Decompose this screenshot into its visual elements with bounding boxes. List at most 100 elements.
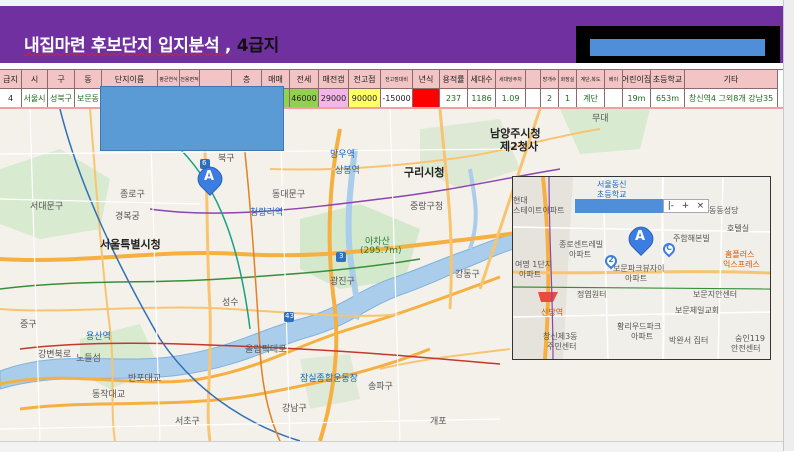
label-noryangjin: 노들섬 <box>76 354 101 364</box>
header-cell: 구 <box>48 70 75 89</box>
cell: 보문동 <box>75 89 102 108</box>
header-cell: 기타 <box>685 70 778 89</box>
title-main: 내집마련 후보단지 입지분석 , <box>24 36 232 56</box>
label-dongdaemun: 동대문구 <box>272 190 306 200</box>
marker-letter: A <box>203 169 215 184</box>
map-view[interactable]: 43 3 6 남양주시청 제2청사 구리시청 서울특별시청 서대문구 종로구 경… <box>0 109 783 441</box>
inset-label: 초등학교 <box>597 190 627 199</box>
label-seocho: 서초구 <box>175 417 200 427</box>
marker-letter: C <box>666 243 672 252</box>
inset-label: 스테이트아파트 <box>513 206 565 215</box>
header-cell: 세대수 <box>468 70 496 89</box>
inset-map[interactable]: |- + × 서울동신 초등학교 현대 스테이트아파트 종로센트레빌 아파트 보… <box>512 176 771 360</box>
cell <box>605 89 623 108</box>
header-cell: 동 <box>75 70 102 89</box>
label-gangnam: 강남구 <box>282 404 307 414</box>
cell: 서울시 <box>22 89 48 108</box>
inset-label: 아파트 <box>519 270 542 279</box>
marker-letter: A <box>634 229 646 244</box>
header-cell: 년식 <box>413 70 440 89</box>
label-gaepo: 개포 <box>430 417 447 427</box>
inset-secondary-marker[interactable]: C <box>660 240 678 259</box>
cell: 653m <box>651 89 685 108</box>
zoom-in-button[interactable]: + <box>682 201 690 211</box>
label-cheongnyangni: 청량리역 <box>250 208 284 218</box>
header-cell: 화장실 <box>559 70 577 89</box>
label-achasan-height: (295.7m) <box>360 246 402 256</box>
label-seodaemun: 서대문구 <box>30 202 64 212</box>
label-banpo: 반포대교 <box>128 374 162 384</box>
cell <box>413 89 440 108</box>
close-button[interactable]: × <box>697 201 705 211</box>
header-cell: 방개수 <box>541 70 559 89</box>
location-marker[interactable]: A <box>193 162 227 197</box>
label-guri: 구리시청 <box>404 166 445 179</box>
inset-controls: |- + × <box>663 199 709 213</box>
river-han <box>0 226 561 390</box>
inset-label: 보문지안센터 <box>693 290 738 299</box>
header-cell <box>526 70 541 89</box>
inset-label: 아파트 <box>625 274 648 283</box>
cell <box>526 89 541 108</box>
cell: 90000 <box>349 89 381 108</box>
cell: 46000 <box>290 89 319 108</box>
label-jungnang: 중랑구청 <box>410 202 444 212</box>
inset-label: 박완서 집터 <box>669 336 709 345</box>
label-olympic-road: 올림픽대로 <box>245 345 287 355</box>
header-cell: 매전갭 <box>319 70 349 89</box>
road-number: 3 <box>339 252 344 260</box>
zoom-out-button[interactable]: |- <box>668 201 674 211</box>
header-cell: 전세 <box>290 70 319 89</box>
inset-label: 보문제일교회 <box>675 306 720 315</box>
cell: 창신역4 그외8개 강남35 <box>685 89 778 108</box>
label-sangbong: 상봉역 <box>335 166 360 176</box>
inset-label: 안전센터 <box>731 344 761 353</box>
inset-label: 익스프레스 <box>723 260 760 269</box>
inset-label: 신당역 <box>541 308 564 317</box>
inset-location-marker[interactable]: A <box>624 222 658 257</box>
marker-letter: 2 <box>608 255 614 264</box>
label-jongno: 종로구 <box>120 190 145 200</box>
cell: 2 <box>541 89 559 108</box>
header-cell: 베이 <box>605 70 623 89</box>
label-seoul-cityhall: 서울특별시청 <box>100 238 161 251</box>
road-number: 43 <box>285 312 294 320</box>
cell: 4 <box>0 89 22 108</box>
inset-secondary-marker[interactable]: 2 <box>602 252 620 271</box>
cell: 계단 <box>577 89 605 108</box>
label-mangwu: 망우역 <box>330 150 355 160</box>
header-cell: 계단,복도 <box>577 70 605 89</box>
redaction-box <box>100 86 284 151</box>
cell: 성북구 <box>48 89 75 108</box>
cell: 1186 <box>468 89 496 108</box>
label-olympic-stadium: 잠실종합운동장 <box>300 374 358 384</box>
header-cell: 시 <box>22 70 48 89</box>
inset-label: 호텔실 <box>727 224 750 233</box>
label-yongsan: 용산역 <box>86 332 111 342</box>
inset-label: 동동성당 <box>709 206 739 215</box>
inset-label: 아파트 <box>631 332 654 341</box>
redaction-highlight <box>590 39 765 56</box>
inset-label: 정엽원터 <box>577 290 607 299</box>
header-cell: 급지 <box>0 70 22 89</box>
label-gangbyeon: 강변북로 <box>38 350 72 360</box>
label-seongsu: 성수 <box>222 298 239 308</box>
inset-label: 아파트 <box>569 250 592 259</box>
header-cell: 전고점 <box>349 70 381 89</box>
scrollbar-area[interactable] <box>783 0 794 451</box>
header-cell: 어린이집 <box>623 70 651 89</box>
inset-label: 주민센터 <box>547 342 577 351</box>
inset-redaction <box>575 199 665 213</box>
cell: 29000 <box>319 89 349 108</box>
cell: 237 <box>440 89 468 108</box>
header-cell: 전고점대비 <box>381 70 413 89</box>
label-mudae: 무대 <box>592 114 609 124</box>
banner-title: 내집마련 후보단지 입지분석 , 4급지 <box>24 31 279 56</box>
cell: 1.09 <box>496 89 526 108</box>
title-banner: 내집마련 후보단지 입지분석 , 4급지 <box>0 6 783 63</box>
label-junggu: 중구 <box>20 320 37 330</box>
cell: 1 <box>559 89 577 108</box>
title-tail: 4급지 <box>236 36 280 56</box>
header-cell: 초등학교 <box>651 70 685 89</box>
window-frame-bottom <box>0 441 783 452</box>
